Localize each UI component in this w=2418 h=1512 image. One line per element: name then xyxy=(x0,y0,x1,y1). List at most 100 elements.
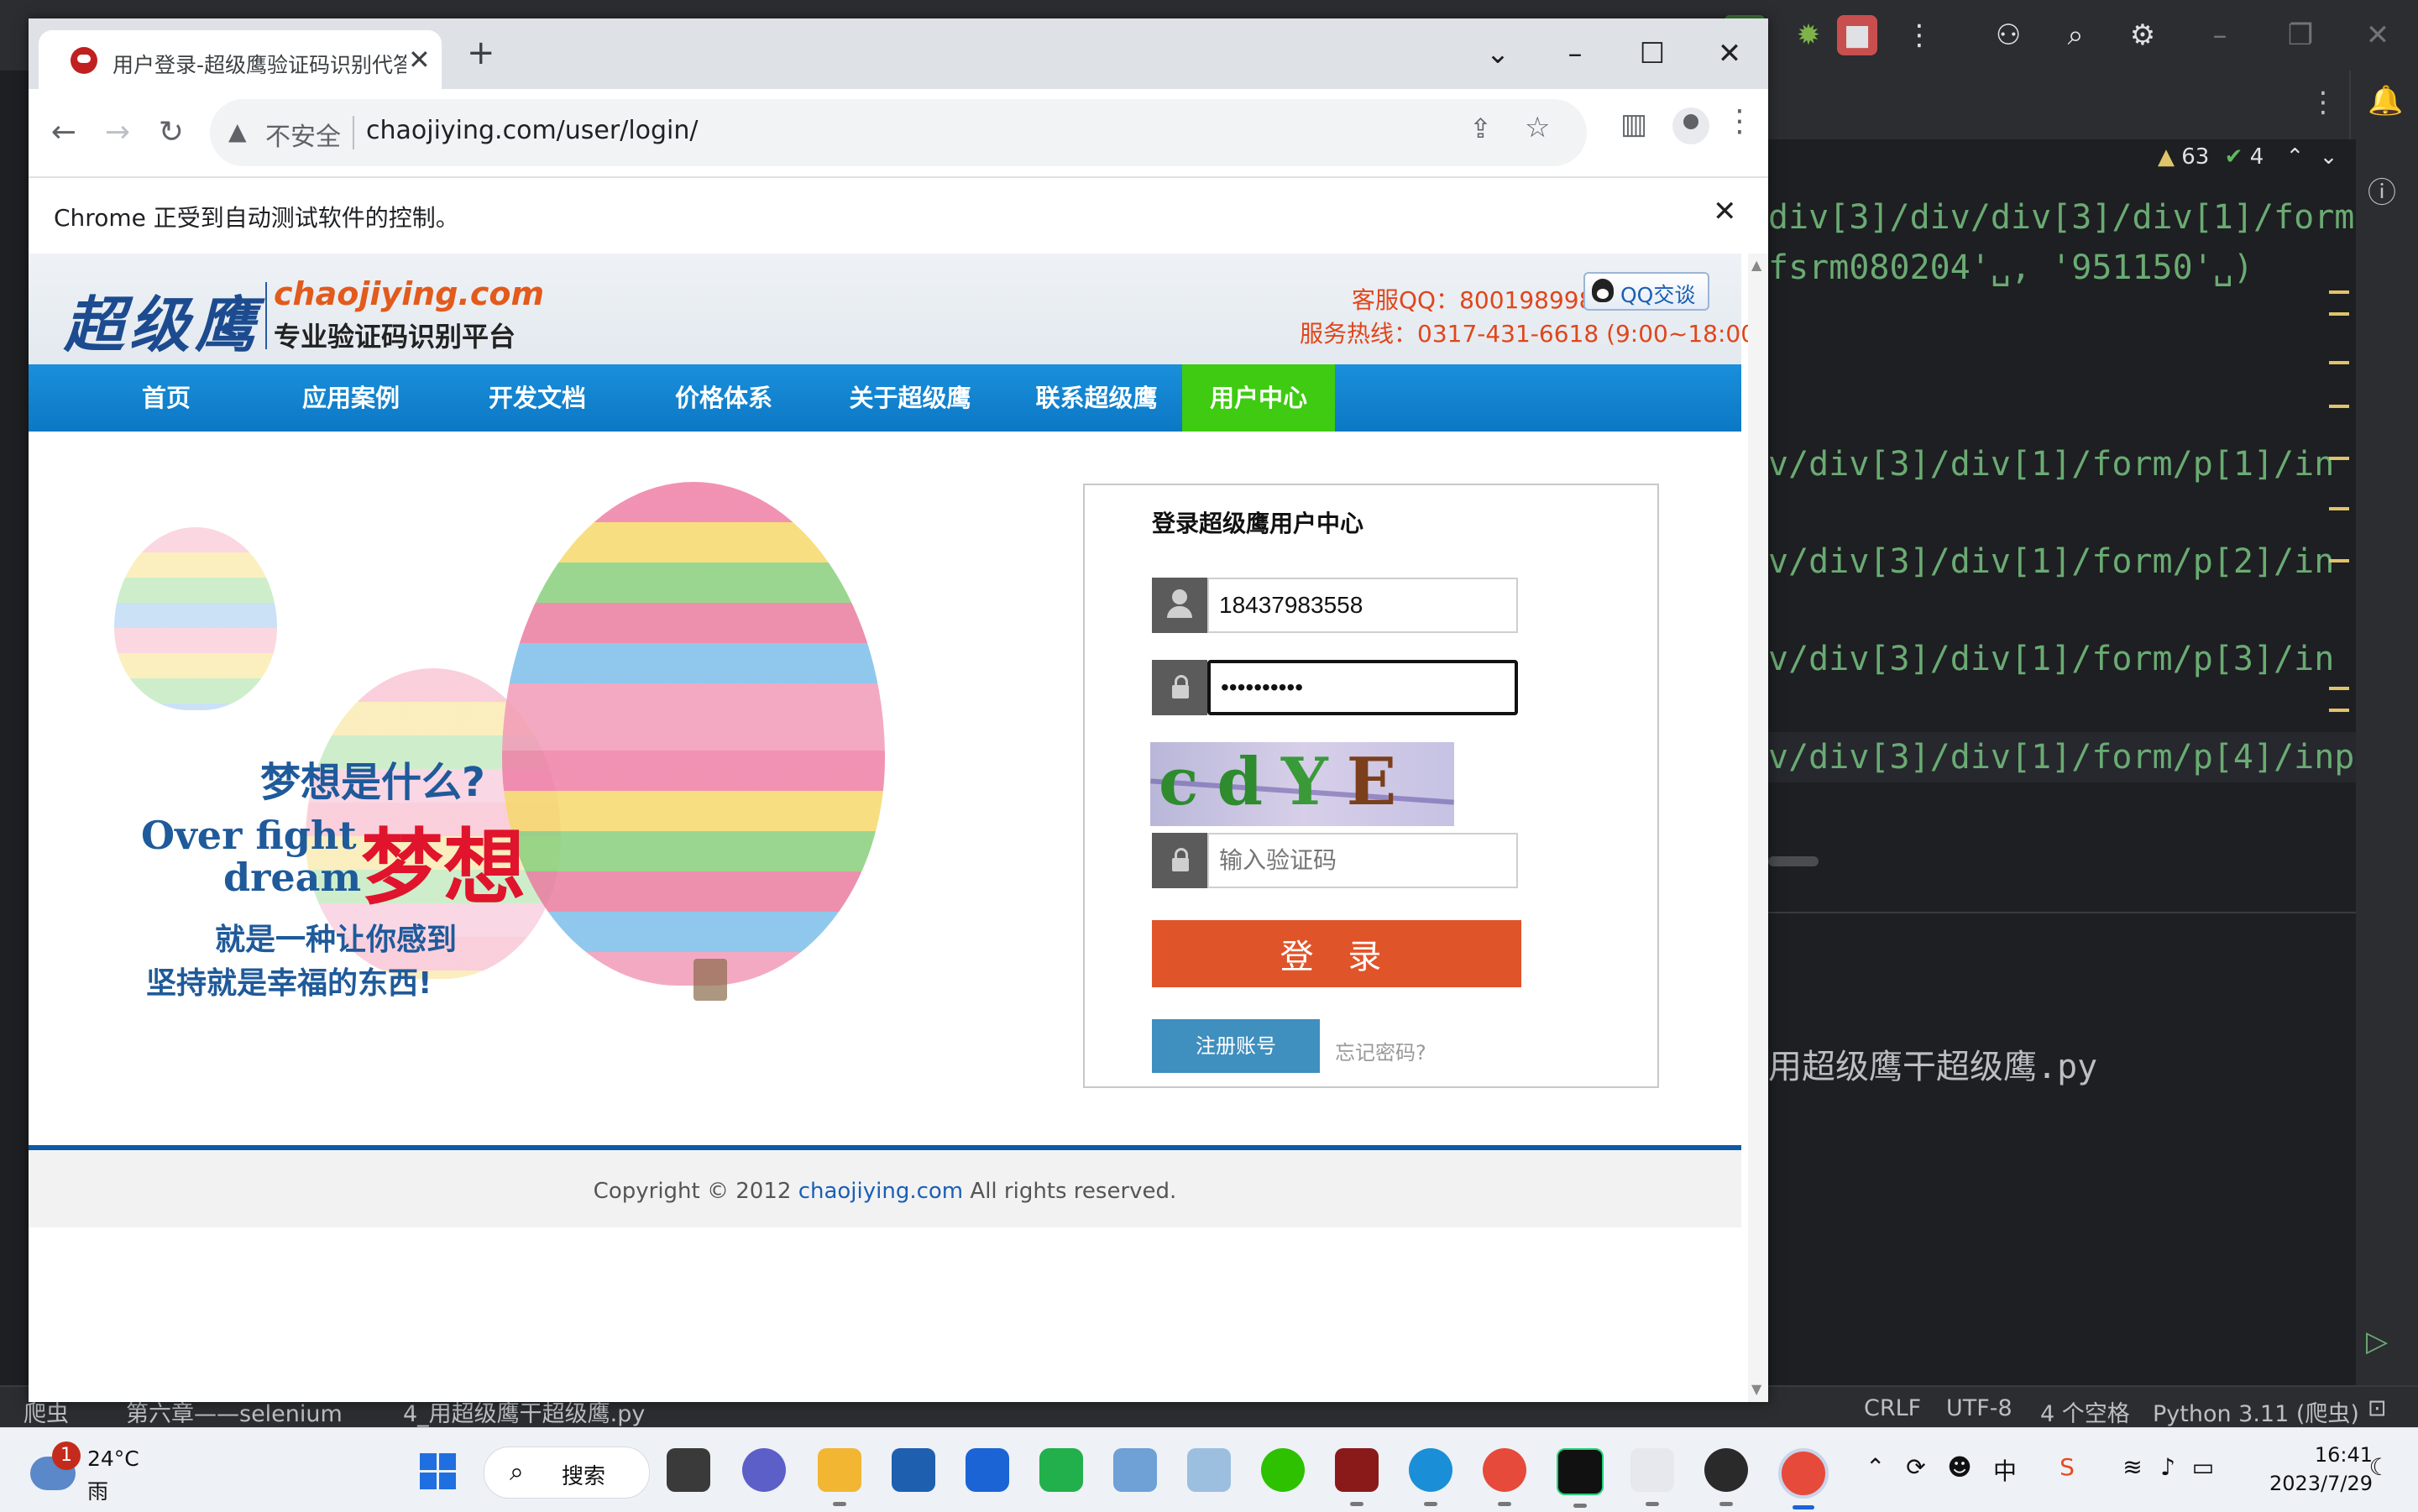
lock-icon[interactable]: ⊡ xyxy=(2368,1395,2387,1421)
not-secure-label[interactable]: 不安全 xyxy=(265,116,341,153)
snipping-tool-icon[interactable] xyxy=(1630,1448,1674,1506)
settings-gear-icon[interactable]: ⚙ xyxy=(2122,15,2163,55)
logo-domain[interactable]: chaojiying.com xyxy=(274,275,544,312)
minimize-icon[interactable]: – xyxy=(2200,15,2240,55)
tab-search-chevron-icon[interactable]: ⌄ xyxy=(1473,29,1523,79)
game-app-icon[interactable] xyxy=(1335,1448,1379,1506)
sync-tray-icon[interactable]: ⟳ xyxy=(1902,1453,1929,1481)
new-tab-icon[interactable]: + xyxy=(467,34,495,72)
address-bar[interactable]: ▲ 不安全 chaojiying.com/user/login/ ⇪ ☆ xyxy=(210,99,1587,166)
teams-chat-icon[interactable] xyxy=(742,1448,786,1492)
editor-tabs: ⋮ xyxy=(1768,71,2356,141)
line-ending[interactable]: CRLF xyxy=(1864,1395,1921,1421)
password-input[interactable] xyxy=(1207,660,1518,715)
maximize-window-icon[interactable]: ☐ xyxy=(1627,29,1677,79)
nav-about[interactable]: 关于超级鹰 xyxy=(818,364,1002,432)
nav-pricing[interactable]: 价格体系 xyxy=(645,364,803,432)
forward-arrow-icon[interactable]: → xyxy=(94,109,141,156)
file-explorer-icon[interactable] xyxy=(818,1448,861,1506)
code-line: v/div[3]/div[1]/form/p[2]/in xyxy=(1768,542,2335,581)
password-field xyxy=(1152,660,1518,715)
side-panel-icon[interactable]: ▥ xyxy=(1620,107,1647,141)
page-scrollbar[interactable]: ▲ ▼ xyxy=(1748,254,1768,1402)
nav-home[interactable]: 首页 xyxy=(87,364,245,432)
qq-chat-button[interactable]: QQ交谈 xyxy=(1583,272,1709,311)
media-app-icon[interactable] xyxy=(1704,1448,1748,1506)
prev-highlight-icon[interactable]: ⌃ xyxy=(2286,144,2305,170)
forgot-password-link[interactable]: 忘记密码? xyxy=(1335,1036,1426,1065)
scroll-marker xyxy=(2329,290,2349,294)
close-icon[interactable]: ✕ xyxy=(2358,15,2398,55)
footer-site-link[interactable]: chaojiying.com xyxy=(798,1179,963,1204)
messaging-app-icon[interactable] xyxy=(1039,1448,1083,1492)
profile-avatar-icon[interactable] xyxy=(1672,107,1709,144)
qq-tray-icon[interactable]: ☻ xyxy=(1946,1453,1973,1481)
clock-time[interactable]: 16:41 xyxy=(2297,1443,2373,1467)
site-logo[interactable]: 超级鹰 xyxy=(64,275,260,364)
scroll-up-icon[interactable]: ▲ xyxy=(1751,257,1761,273)
indent-setting[interactable]: 4 个空格 xyxy=(2040,1395,2130,1428)
more-vertical-icon[interactable]: ⋮ xyxy=(1899,15,1939,55)
next-highlight-icon[interactable]: ⌄ xyxy=(2320,144,2338,170)
minimize-window-icon[interactable]: – xyxy=(1550,29,1600,79)
file-encoding[interactable]: UTF-8 xyxy=(1946,1395,2012,1421)
performance-monitor-icon[interactable] xyxy=(1187,1448,1231,1492)
nav-docs[interactable]: 开发文档 xyxy=(458,364,616,432)
debug-icon[interactable]: ✹ xyxy=(1788,15,1829,55)
add-user-icon[interactable]: ⚇ xyxy=(1988,15,2028,55)
site-favicon-icon xyxy=(71,47,97,74)
tabs-more-icon[interactable]: ⋮ xyxy=(2309,86,2337,119)
notifications-bell-icon[interactable]: 🔔 xyxy=(2368,84,2403,118)
captcha-image[interactable]: cdYE xyxy=(1150,742,1454,826)
wechat-icon[interactable] xyxy=(1261,1448,1305,1492)
code-editor[interactable]: div[3]/div/div[3]/div[1]/form/ fsrm08020… xyxy=(1768,139,2356,912)
focus-assist-icon[interactable]: ☾ xyxy=(2366,1453,2393,1481)
captcha-input[interactable] xyxy=(1207,833,1518,888)
pycharm-icon[interactable] xyxy=(1557,1448,1604,1508)
input-method-icon[interactable]: 中 xyxy=(1991,1453,2018,1485)
task-view-icon[interactable] xyxy=(667,1448,710,1492)
chrome-icon[interactable] xyxy=(1483,1448,1526,1506)
browser-tab[interactable]: 用户登录-超级鹰验证码识别代答 ✕ xyxy=(39,30,442,89)
tab-close-icon[interactable]: ✕ xyxy=(408,44,431,76)
search-icon[interactable]: ⌕ xyxy=(2055,15,2096,55)
wifi-icon[interactable]: ≋ xyxy=(2119,1453,2146,1481)
nav-contact[interactable]: 联系超级鹰 xyxy=(1004,364,1189,432)
run-panel-icon[interactable]: ▷ xyxy=(2366,1325,2388,1358)
chrome-menu-icon[interactable]: ⋮ xyxy=(1725,104,1755,139)
start-windows-icon[interactable] xyxy=(420,1453,457,1490)
volume-icon[interactable]: ♪ xyxy=(2154,1453,2181,1481)
edge-browser-icon[interactable] xyxy=(1409,1448,1452,1506)
small-balloon xyxy=(114,527,277,710)
login-button[interactable]: 登 录 xyxy=(1152,920,1521,987)
chrome-active-icon[interactable] xyxy=(1778,1448,1829,1509)
tray-overflow-chevron-icon[interactable]: ⌃ xyxy=(1866,1453,1885,1481)
bookmark-star-icon[interactable]: ☆ xyxy=(1525,111,1550,144)
control-panel-icon[interactable] xyxy=(1113,1448,1157,1492)
infobar-close-icon[interactable]: ✕ xyxy=(1713,195,1737,228)
back-arrow-icon[interactable]: ← xyxy=(40,109,87,156)
share-icon[interactable]: ⇪ xyxy=(1469,112,1492,144)
horizontal-scrollbar[interactable] xyxy=(1768,856,1819,866)
taskbar-search[interactable]: ⌕ 搜索 xyxy=(484,1447,650,1499)
store-icon[interactable] xyxy=(892,1448,935,1492)
lark-app-icon[interactable] xyxy=(966,1448,1009,1492)
stop-icon[interactable]: ■ xyxy=(1837,15,1877,55)
nav-user-center[interactable]: 用户中心 xyxy=(1182,364,1335,432)
problems-icon[interactable]: ⓘ xyxy=(2368,170,2396,211)
reload-icon[interactable]: ↻ xyxy=(148,109,195,156)
wps-tray-icon[interactable]: S xyxy=(2054,1453,2080,1481)
python-interpreter[interactable]: Python 3.11 (爬虫) xyxy=(2153,1395,2359,1428)
username-input[interactable] xyxy=(1207,578,1518,633)
nav-cases[interactable]: 应用案例 xyxy=(272,364,430,432)
restore-icon[interactable]: ❐ xyxy=(2280,15,2321,55)
scroll-down-icon[interactable]: ▼ xyxy=(1751,1381,1761,1397)
not-secure-warning-icon[interactable]: ▲ xyxy=(228,118,247,145)
clock-date[interactable]: 2023/7/29 xyxy=(2245,1472,2373,1495)
scroll-marker xyxy=(2329,361,2349,364)
url-text[interactable]: chaojiying.com/user/login/ xyxy=(366,116,699,145)
close-window-icon[interactable]: ✕ xyxy=(1704,29,1755,79)
inspection-widget[interactable]: ▲ 63 ✔ 4 ⌃ ⌄ xyxy=(2158,144,2337,170)
battery-icon[interactable]: ▭ xyxy=(2190,1453,2216,1481)
register-button[interactable]: 注册账号 xyxy=(1152,1019,1320,1073)
